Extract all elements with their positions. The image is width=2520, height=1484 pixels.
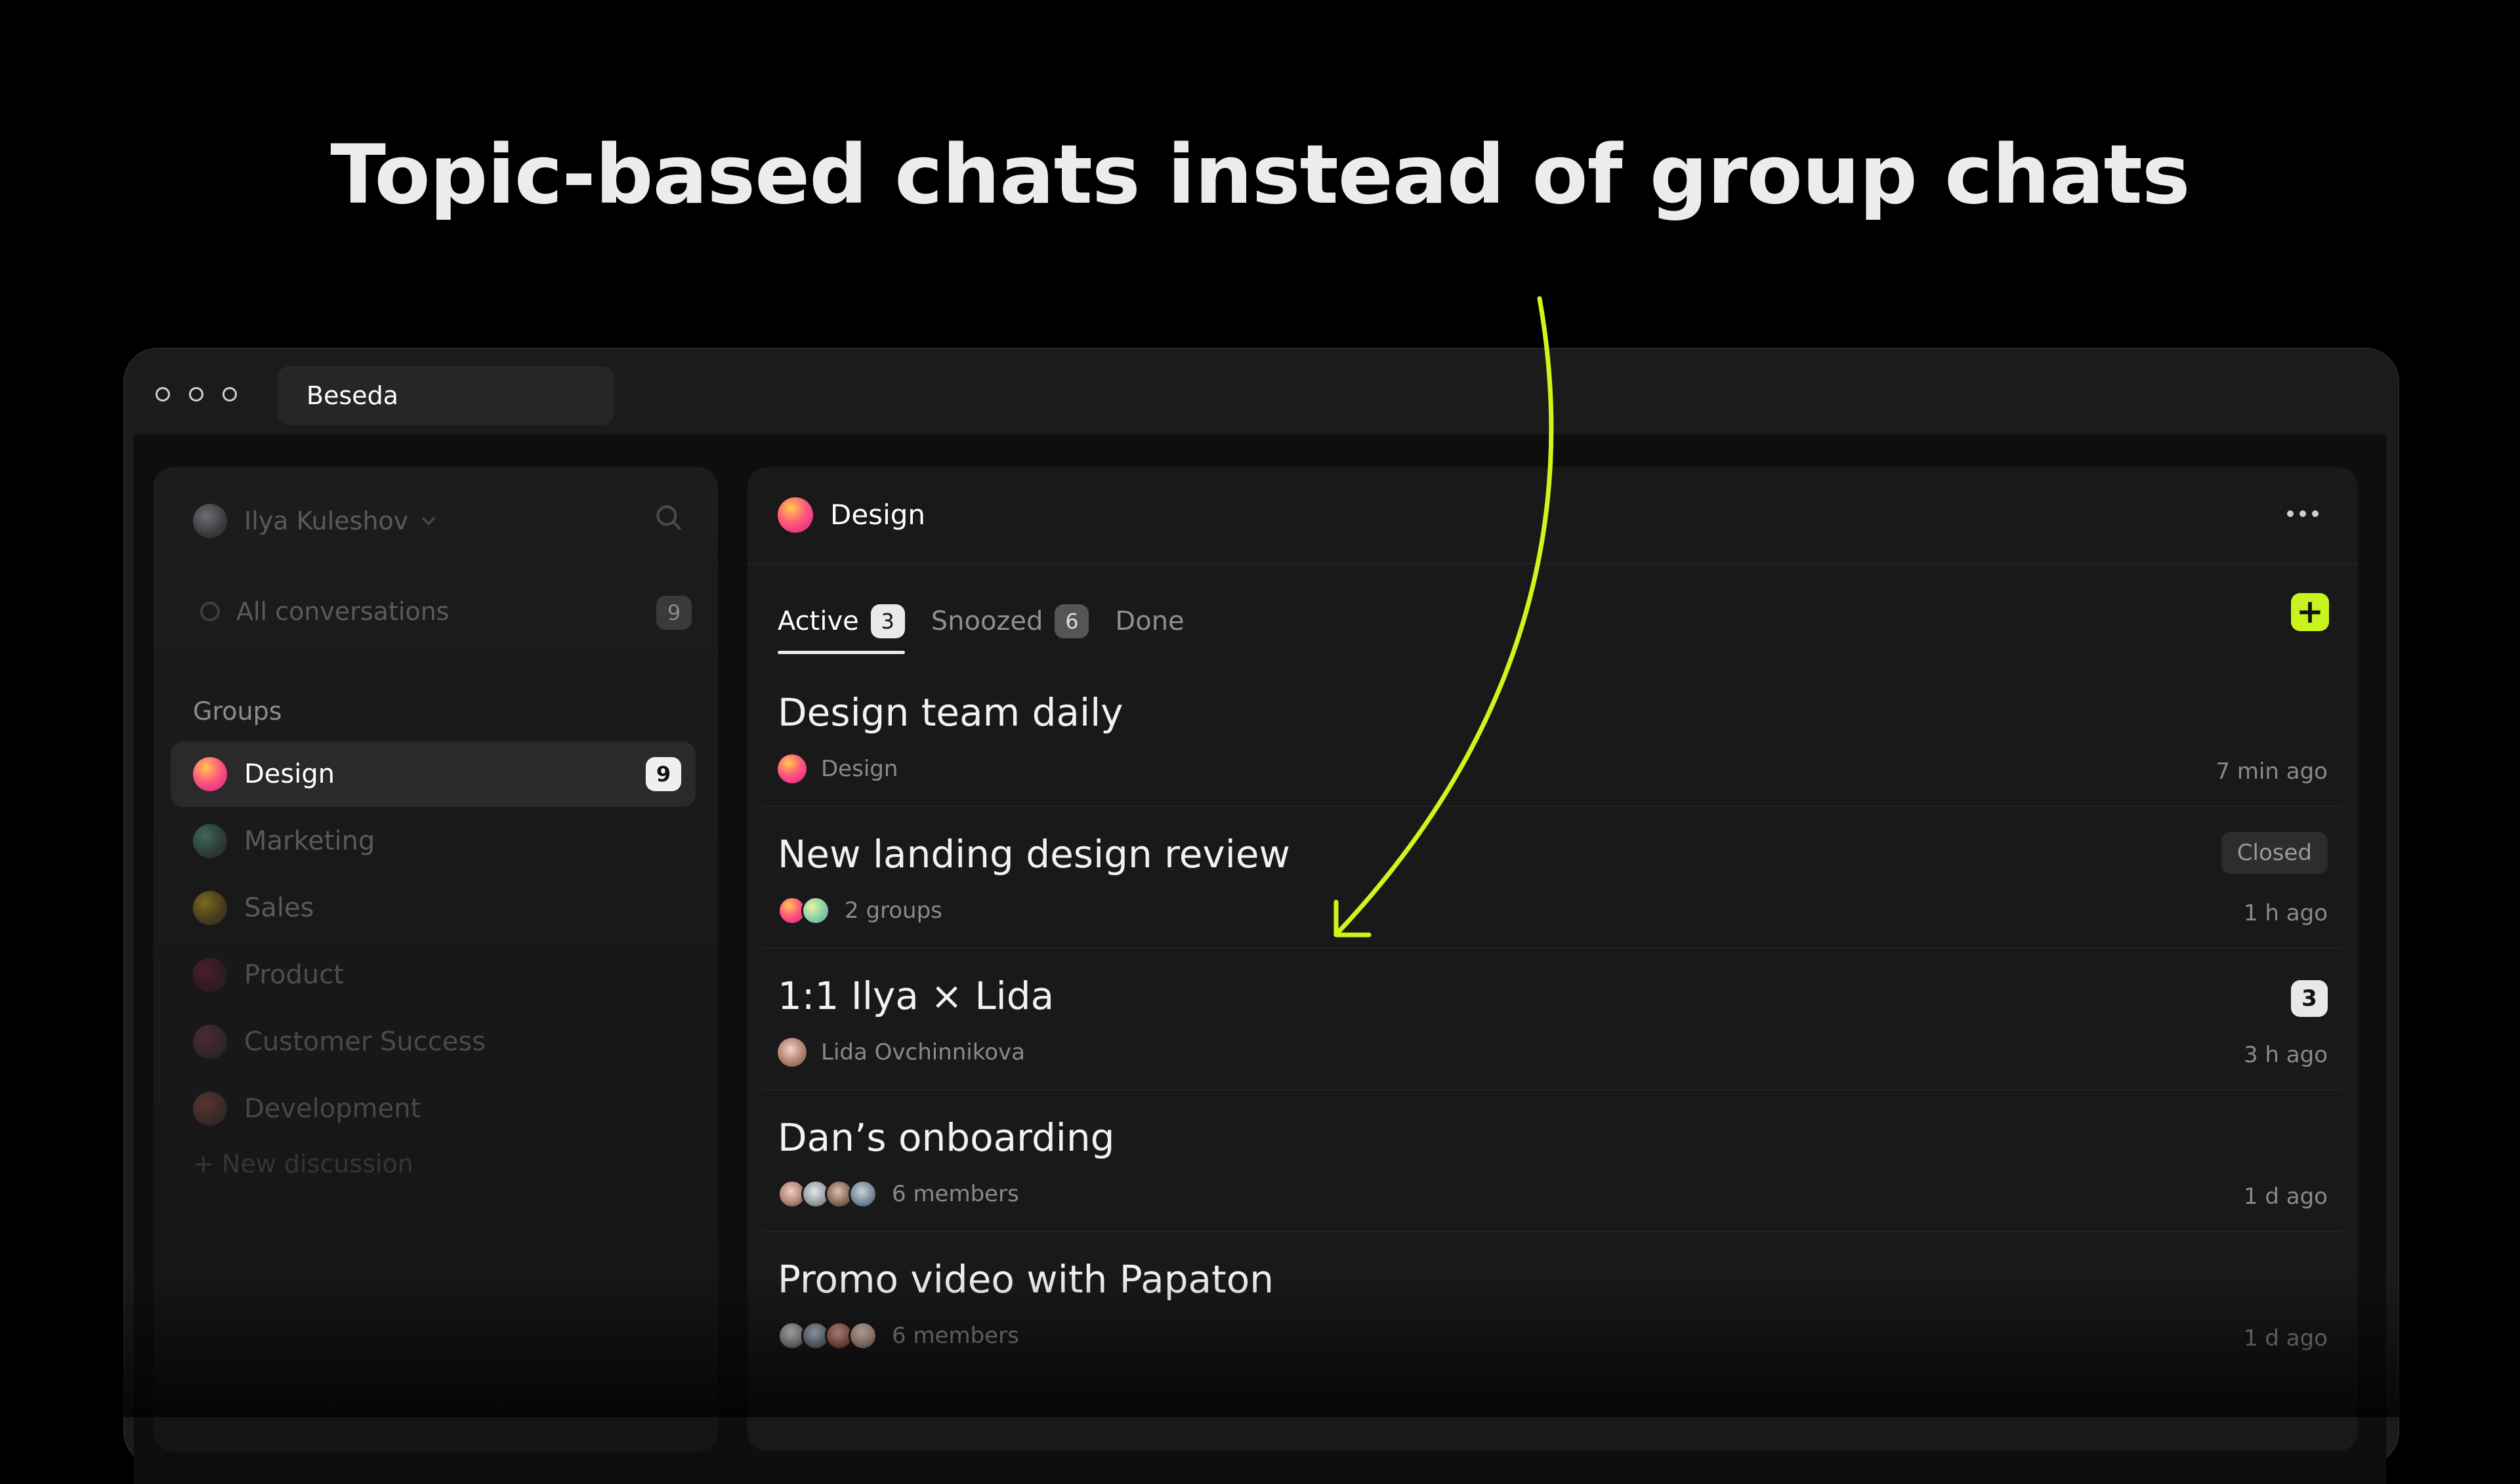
tab-label: Done xyxy=(1115,606,1185,636)
chat-title: New landing design review xyxy=(778,832,1290,876)
title-bar: Beseda xyxy=(125,349,2398,434)
chat-timestamp: 7 min ago xyxy=(2216,758,2328,785)
active-tab-indicator xyxy=(778,651,905,654)
user-avatar xyxy=(778,1038,807,1067)
tab-done[interactable]: Done xyxy=(1115,606,1184,636)
sidebar-item-label: Marketing xyxy=(244,826,375,856)
group-avatar xyxy=(193,1092,227,1126)
chat-subtitle: Lida Ovchinnikova xyxy=(821,1039,1025,1065)
tab-count-badge: 6 xyxy=(1055,604,1089,638)
chat-item-new-landing-design-review[interactable]: New landing design review Closed 2 group… xyxy=(763,806,2342,949)
chat-meta: Lida Ovchinnikova xyxy=(778,1035,1025,1069)
sidebar: Ilya Kuleshov All conversations 9 Groups… xyxy=(154,467,718,1451)
group-avatar xyxy=(778,754,807,783)
sidebar-item-design[interactable]: Design 9 xyxy=(171,741,696,807)
add-conversation-button[interactable]: + xyxy=(2291,593,2329,631)
headline: Topic-based chats instead of group chats xyxy=(330,128,2190,222)
sidebar-item-label: Sales xyxy=(244,893,314,923)
status-badge: Closed xyxy=(2221,832,2328,874)
conversation-panel: Design Active 3 Snoozed 6 Done + Design … xyxy=(747,467,2358,1451)
all-conversations-label: All conversations xyxy=(236,597,450,626)
group-avatar xyxy=(193,958,227,992)
sidebar-item-marketing[interactable]: Marketing xyxy=(171,808,696,874)
member-avatar-stack xyxy=(778,1180,877,1208)
tab-label: Snoozed xyxy=(931,606,1043,636)
group-avatar xyxy=(801,896,830,925)
group-avatar-stack xyxy=(778,896,830,925)
window-zoom-button[interactable] xyxy=(222,387,237,402)
sidebar-item-customer-success[interactable]: Customer Success xyxy=(171,1009,696,1075)
user-menu[interactable]: Ilya Kuleshov xyxy=(193,493,440,548)
new-discussion-link[interactable]: + New discussion xyxy=(193,1149,413,1178)
user-avatar xyxy=(193,504,227,538)
window-close-button[interactable] xyxy=(156,387,170,402)
user-name: Ilya Kuleshov xyxy=(244,506,409,535)
member-avatar xyxy=(849,1321,877,1350)
chat-subtitle: 6 members xyxy=(892,1323,1019,1349)
more-options-icon[interactable] xyxy=(2287,510,2319,517)
chat-title: Design team daily xyxy=(778,690,1124,735)
member-avatar xyxy=(849,1180,877,1208)
chat-timestamp: 1 d ago xyxy=(2243,1325,2328,1351)
chat-meta: 6 members xyxy=(778,1319,1019,1353)
group-avatar xyxy=(193,757,227,791)
panel-header: Design xyxy=(747,467,2358,564)
group-avatar xyxy=(193,824,227,858)
filter-tabs: Active 3 Snoozed 6 Done xyxy=(778,592,1211,654)
chat-subtitle: 6 members xyxy=(892,1181,1019,1207)
chat-subtitle: Design xyxy=(821,756,898,782)
chevron-down-icon xyxy=(422,517,436,526)
chat-timestamp: 1 d ago xyxy=(2243,1184,2328,1210)
chat-title: Promo video with Papaton xyxy=(778,1257,1274,1302)
window-tab[interactable]: Beseda xyxy=(278,366,614,425)
chat-meta: 6 members xyxy=(778,1177,1019,1211)
group-avatar xyxy=(193,1025,227,1059)
tab-label: Active xyxy=(778,606,859,636)
chat-title: 1:1 Ilya × Lida xyxy=(778,974,1055,1018)
chat-item-promo-video[interactable]: Promo video with Papaton 6 members 1 d a… xyxy=(763,1231,2342,1372)
sidebar-item-sales[interactable]: Sales xyxy=(171,875,696,941)
group-avatar xyxy=(193,891,227,925)
sidebar-item-label: Design xyxy=(244,759,335,789)
all-conversations-count: 9 xyxy=(656,596,692,630)
tab-snoozed[interactable]: Snoozed 6 xyxy=(931,604,1089,638)
circle-icon xyxy=(200,602,220,621)
tab-active[interactable]: Active 3 xyxy=(778,604,905,654)
unread-count-badge: 9 xyxy=(646,757,681,791)
chat-title: Dan’s onboarding xyxy=(778,1115,1115,1160)
sidebar-item-label: Customer Success xyxy=(244,1027,486,1057)
member-avatar-stack xyxy=(778,1321,877,1350)
tab-count-badge: 3 xyxy=(870,604,905,638)
chat-item-ilya-lida[interactable]: 1:1 Ilya × Lida 3 Lida Ovchinnikova 3 h … xyxy=(763,947,2342,1090)
chat-timestamp: 1 h ago xyxy=(2243,900,2328,926)
window-minimize-button[interactable] xyxy=(189,387,203,402)
chat-item-design-team-daily[interactable]: Design team daily Design 7 min ago xyxy=(763,664,2342,807)
chat-meta: Design xyxy=(778,752,898,786)
groups-heading: Groups xyxy=(193,697,282,726)
unread-count-badge: 3 xyxy=(2291,980,2328,1017)
sidebar-item-label: Development xyxy=(244,1094,421,1124)
search-icon[interactable] xyxy=(652,501,685,534)
chat-item-dans-onboarding[interactable]: Dan’s onboarding 6 members 1 d ago xyxy=(763,1089,2342,1232)
sidebar-item-product[interactable]: Product xyxy=(171,942,696,1008)
chat-timestamp: 3 h ago xyxy=(2243,1042,2328,1068)
sidebar-item-label: Product xyxy=(244,960,344,990)
chat-meta: 2 groups xyxy=(778,894,942,928)
all-conversations-item[interactable]: All conversations 9 xyxy=(193,585,692,638)
sidebar-item-development[interactable]: Development xyxy=(171,1076,696,1142)
panel-title: Design xyxy=(830,499,926,531)
group-avatar xyxy=(778,497,813,533)
chat-subtitle: 2 groups xyxy=(845,897,942,924)
